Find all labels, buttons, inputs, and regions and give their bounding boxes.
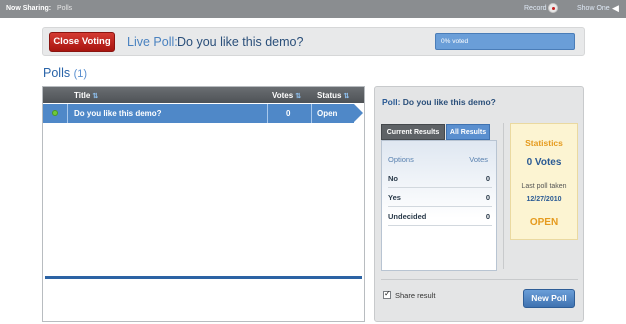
sort-icon[interactable]: ⇅ bbox=[343, 93, 349, 100]
polls-table-header: Title ⇅ Votes ⇅ Status ⇅ bbox=[43, 87, 364, 103]
last-poll-date: 12/27/2010 bbox=[526, 196, 562, 203]
option-votes: 0 bbox=[485, 212, 490, 221]
sharing-label: Now Sharing: bbox=[6, 5, 52, 12]
total-votes: 0 Votes bbox=[526, 157, 562, 168]
vote-progress-bar: 0% voted bbox=[435, 33, 575, 50]
table-row[interactable]: Do you like this demo? 0 Open bbox=[43, 104, 363, 123]
polls-table: Title ⇅ Votes ⇅ Status ⇅ Do you like this d… bbox=[42, 86, 365, 322]
column-divider bbox=[267, 104, 268, 123]
results-table: Options Votes No 0 Yes 0 Undecided 0 bbox=[381, 140, 497, 271]
new-poll-button[interactable]: New Poll bbox=[523, 289, 575, 308]
poll-title-cell: Do you like this demo? bbox=[74, 109, 162, 118]
share-result-checkbox[interactable] bbox=[383, 289, 391, 299]
poll-status: OPEN bbox=[529, 217, 559, 228]
share-result-label: Share result bbox=[395, 291, 436, 300]
record-icon[interactable] bbox=[548, 3, 558, 13]
poll-votes-cell: 0 bbox=[286, 109, 291, 118]
poll-detail-panel: Poll: Do you like this demo? Current Res… bbox=[374, 86, 584, 322]
close-voting-button[interactable]: Close Voting bbox=[49, 32, 115, 52]
column-header-title[interactable]: Title ⇅ bbox=[74, 91, 98, 100]
live-poll-question: Do you like this demo? bbox=[177, 35, 304, 49]
live-poll-bar: Close Voting Live Poll: Do you like this… bbox=[42, 27, 585, 56]
detail-title: Poll: Do you like this demo? bbox=[382, 97, 496, 107]
column-header-votes[interactable]: Votes ⇅ bbox=[272, 91, 301, 100]
option-label: Yes bbox=[388, 193, 401, 202]
tab-all-results[interactable]: All Results bbox=[446, 124, 490, 140]
list-item: No 0 bbox=[388, 170, 492, 188]
option-label: No bbox=[388, 174, 398, 183]
poll-status-cell: Open bbox=[317, 109, 338, 118]
sharing-bar: Now Sharing: Polls Record Show One ◀ bbox=[0, 0, 626, 18]
detail-question: Do you like this demo? bbox=[402, 97, 496, 107]
detail-poll-label: Poll: bbox=[382, 97, 401, 107]
active-status-icon bbox=[52, 110, 58, 116]
tab-current-results[interactable]: Current Results bbox=[381, 124, 445, 140]
vote-progress-text: 0% voted bbox=[441, 38, 469, 45]
option-label: Undecided bbox=[388, 212, 427, 221]
horizontal-divider bbox=[381, 279, 578, 280]
polls-heading: Polls (1) bbox=[43, 66, 87, 80]
live-poll-label: Live Poll: bbox=[127, 35, 178, 49]
sort-icon[interactable]: ⇅ bbox=[92, 93, 98, 100]
column-divider bbox=[311, 104, 312, 123]
vertical-divider bbox=[503, 123, 504, 269]
votes-header: Votes bbox=[469, 155, 488, 164]
speaker-icon[interactable]: ◀ bbox=[612, 3, 619, 13]
option-votes: 0 bbox=[485, 193, 490, 202]
statistics-title: Statistics bbox=[525, 138, 563, 148]
panel-divider bbox=[45, 276, 362, 279]
options-header: Options bbox=[388, 155, 414, 164]
list-item: Yes 0 bbox=[388, 189, 492, 207]
sort-icon[interactable]: ⇅ bbox=[295, 93, 301, 100]
show-one-link[interactable]: Show One bbox=[577, 5, 610, 12]
column-header-status[interactable]: Status ⇅ bbox=[317, 91, 349, 100]
record-link[interactable]: Record bbox=[524, 5, 547, 12]
statistics-box: Statistics 0 Votes Last poll taken 12/27… bbox=[510, 123, 578, 240]
polls-count: (1) bbox=[73, 68, 88, 80]
last-poll-label: Last poll taken bbox=[521, 183, 567, 190]
polls-heading-text: Polls bbox=[43, 66, 71, 80]
sharing-value: Polls bbox=[57, 5, 73, 12]
list-item: Undecided 0 bbox=[388, 208, 492, 226]
option-votes: 0 bbox=[485, 174, 490, 183]
column-divider bbox=[67, 104, 68, 123]
